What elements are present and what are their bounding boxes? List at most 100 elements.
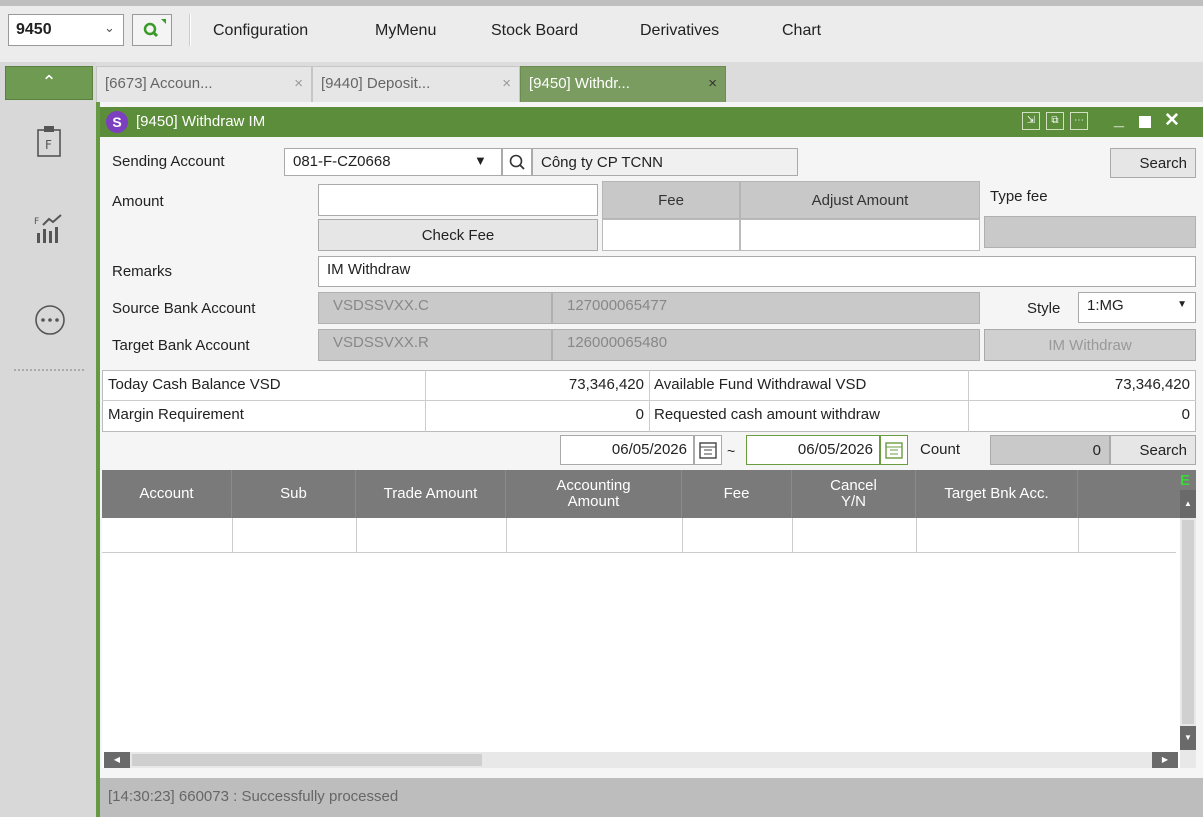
type-fee-field[interactable] [984, 216, 1196, 248]
tab-label: [9450] Withdr... [529, 75, 630, 92]
more-icon[interactable]: ⋯ [1070, 112, 1088, 130]
tab-9450[interactable]: [9450] Withdr... × [520, 66, 726, 102]
col-cancel-yn[interactable]: Cancel Y/N [792, 470, 916, 518]
status-bar: [14:30:23] 660073 : Successfully process… [100, 778, 1203, 817]
sending-account-input[interactable]: 081-F-CZ0668 [284, 148, 502, 176]
row-divider [356, 518, 357, 553]
target-bank-number: 126000065480 [552, 329, 980, 361]
date-to-value: 06/05/2026 [797, 441, 873, 458]
remarks-input[interactable]: IM Withdraw [318, 256, 1196, 287]
im-withdraw-button[interactable]: IM Withdraw [984, 329, 1196, 361]
count-label: Count [920, 441, 961, 458]
tab-label: [9440] Deposit... [321, 75, 431, 92]
chart-analysis-icon[interactable]: F [33, 213, 65, 249]
col-account[interactable]: Account [102, 470, 232, 518]
scroll-up-icon[interactable]: ▲ [1180, 490, 1196, 518]
window-title: [9450] Withdraw IM [136, 113, 266, 130]
menu-stock-board[interactable]: Stock Board [491, 22, 578, 40]
calendar-to-icon[interactable] [880, 435, 908, 465]
date-to-input[interactable]: 06/05/2026 [746, 435, 880, 465]
style-select[interactable]: 1:MG ▼ [1078, 292, 1196, 323]
col-fee[interactable]: Fee [682, 470, 792, 518]
account-search-button[interactable] [502, 148, 532, 176]
sending-account-label: Sending Account [112, 153, 225, 170]
today-cash-label: Today Cash Balance VSD [108, 376, 281, 393]
col-accounting-amount[interactable]: Accounting Amount [506, 470, 682, 518]
more-options-icon[interactable] [34, 304, 66, 340]
check-fee-label: Check Fee [421, 227, 495, 244]
account-name-field: Công ty CP TCNN [532, 148, 798, 176]
dropdown-icon[interactable]: ▼ [474, 153, 487, 168]
menu-chart[interactable]: Chart [782, 22, 821, 40]
menu-derivatives[interactable]: Derivatives [640, 22, 719, 40]
screen-search-button[interactable] [132, 14, 172, 46]
vertical-scroll-thumb[interactable] [1182, 520, 1194, 724]
check-fee-button[interactable]: Check Fee [318, 219, 598, 251]
col-sub[interactable]: Sub [232, 470, 356, 518]
adjust-amount-value [740, 219, 980, 251]
collapse-button[interactable]: ⌃ [5, 66, 93, 100]
tab-6673[interactable]: [6673] Accoun... × [96, 66, 312, 102]
scroll-down-icon[interactable]: ▼ [1180, 726, 1196, 750]
source-bank-label: Source Bank Account [112, 300, 256, 317]
scroll-right-icon[interactable]: ▶ [1152, 752, 1178, 768]
col-trade-amount[interactable]: Trade Amount [356, 470, 506, 518]
chevron-up-icon: ⌃ [41, 72, 57, 92]
toolbar-divider [189, 14, 191, 46]
menu-mymenu[interactable]: MyMenu [375, 22, 436, 40]
requested-cash-value: 0 [1181, 406, 1190, 423]
im-withdraw-label: IM Withdraw [1048, 337, 1132, 354]
fee-value [602, 219, 740, 251]
close-window-icon[interactable]: ✕ [1164, 109, 1180, 132]
adjust-amount-header: Adjust Amount [740, 181, 980, 219]
app-logo-icon: S [106, 111, 128, 133]
amount-label: Amount [112, 193, 164, 210]
popout-icon[interactable]: ⧉ [1046, 112, 1064, 130]
close-icon[interactable]: × [502, 75, 511, 92]
available-fund-value: 73,346,420 [1114, 376, 1190, 393]
export-excel-icon[interactable]: E [1180, 472, 1190, 489]
available-fund-label: Available Fund Withdrawal VSD [654, 376, 867, 393]
chevron-down-icon[interactable]: ⌄ [104, 20, 115, 36]
clipboard-f-icon[interactable]: F [36, 124, 62, 162]
row-divider [232, 518, 233, 553]
summary-col-divider [649, 370, 650, 432]
summary-col-divider [968, 370, 969, 432]
calendar-from-icon[interactable] [694, 435, 722, 465]
row-divider [1078, 518, 1079, 553]
target-bank-code: VSDSSVXX.R [318, 329, 552, 361]
row-divider [916, 518, 917, 553]
col-target-bank[interactable]: Target Bnk Acc. [916, 470, 1078, 518]
top-toolbar [0, 0, 1203, 62]
tab-9440[interactable]: [9440] Deposit... × [312, 66, 520, 102]
svg-text:F: F [45, 138, 52, 152]
menu-configuration[interactable]: Configuration [213, 22, 308, 40]
minimize-icon[interactable]: _ [1114, 109, 1124, 130]
pin-icon[interactable]: ⇲ [1022, 112, 1040, 130]
row-divider [506, 518, 507, 553]
sending-account-value: 081-F-CZ0668 [293, 153, 391, 170]
today-cash-value: 73,346,420 [568, 376, 644, 393]
amount-input[interactable] [318, 184, 598, 216]
close-icon[interactable]: × [708, 75, 717, 92]
count-field: 0 [990, 435, 1110, 465]
search-icon [143, 19, 166, 38]
left-sidebar [0, 62, 96, 817]
target-bank-label: Target Bank Account [112, 337, 250, 354]
table-row[interactable] [102, 518, 1176, 553]
style-value: 1:MG [1087, 297, 1124, 314]
maximize-icon[interactable] [1139, 116, 1151, 128]
date-from-input[interactable]: 06/05/2026 [560, 435, 694, 465]
row-divider [792, 518, 793, 553]
status-message: [14:30:23] 660073 : Successfully process… [108, 788, 399, 805]
type-fee-label: Type fee [990, 188, 1048, 205]
requested-cash-label: Requested cash amount withdraw [654, 406, 880, 423]
scroll-left-icon[interactable]: ◀ [104, 752, 130, 768]
search-button[interactable]: Search [1110, 148, 1196, 178]
count-value: 0 [1092, 442, 1101, 459]
close-icon[interactable]: × [294, 75, 303, 92]
list-search-button[interactable]: Search [1110, 435, 1196, 465]
screen-code-value: 9450 [16, 21, 52, 38]
horizontal-scroll-thumb[interactable] [132, 754, 482, 766]
summary-col-divider [425, 370, 426, 432]
